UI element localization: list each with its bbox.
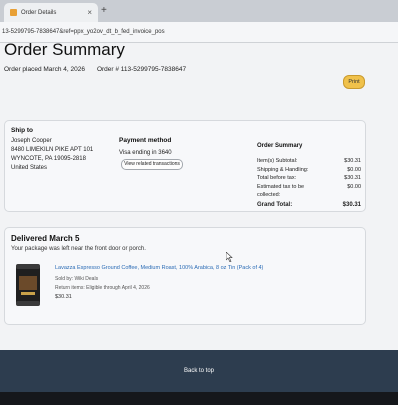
page-title: Order Summary <box>4 40 125 59</box>
summary-label: Total before tax: <box>257 175 297 181</box>
summary-row: Shipping & Handling: $0.00 <box>257 166 361 175</box>
summary-value: $0.00 <box>347 166 361 173</box>
grand-total-label: Grand Total: <box>257 201 293 208</box>
return-eligibility: Return items: Eligible through April 4, … <box>55 285 150 291</box>
delivery-card: Delivered March 5 Your package was left … <box>4 227 366 325</box>
favicon-icon <box>10 9 17 16</box>
address-line: 8480 LIMEKILN PIKE APT 101 <box>11 147 94 153</box>
address-line: WYNCOTE, PA 19095-2818 <box>11 156 86 162</box>
product-image[interactable] <box>13 262 43 308</box>
payment-card: Visa ending in 3640 <box>119 150 172 156</box>
summary-label: Shipping & Handling: <box>257 166 309 173</box>
order-placed-date: Order placed March 4, 2026 <box>4 66 85 73</box>
summary-heading: Order Summary <box>257 143 303 149</box>
order-number: Order # 113-5299795-7838647 <box>96 66 187 73</box>
screen: Order Details × + 13-5299795-7838647&ref… <box>0 0 398 392</box>
summary-row: Item(s) Subtotal: $30.31 <box>257 157 361 166</box>
view-transactions-button[interactable]: View related transactions <box>121 159 183 170</box>
summary-row: Estimated tax to be collected: $0.00 <box>257 183 361 200</box>
new-tab-button[interactable]: + <box>101 5 107 16</box>
delivery-note: Your package was left near the front doo… <box>11 246 146 252</box>
summary-value: $30.31 <box>344 175 361 181</box>
product-price: $30.31 <box>55 294 72 300</box>
back-to-top-label: Back to top <box>183 368 215 374</box>
close-tab-icon[interactable]: × <box>87 8 92 17</box>
url-text: 13-5299795-7838647&ref=ppx_yo2ov_dt_b_fe… <box>2 29 165 35</box>
page-content <box>0 43 398 392</box>
tab-title: Order Details <box>21 9 57 16</box>
delivery-status: Delivered March 5 <box>11 234 80 243</box>
summary-value: $0.00 <box>347 183 361 190</box>
summary-label: Item(s) Subtotal: <box>257 158 298 164</box>
payment-heading: Payment method <box>119 137 172 144</box>
summary-row: Total before tax: $30.31 <box>257 174 361 183</box>
back-to-top-bar[interactable]: Back to top <box>0 350 398 392</box>
address-line: Joseph Cooper <box>11 138 52 144</box>
summary-value: $30.31 <box>344 158 361 164</box>
ship-to-address: Joseph Cooper 8480 LIMEKILN PIKE APT 101… <box>11 137 93 173</box>
mouse-cursor-icon <box>226 252 233 262</box>
browser-tab[interactable]: Order Details × <box>4 3 98 22</box>
sold-by: Sold by: Wiki Deals <box>55 276 99 282</box>
address-line: United States <box>11 165 48 171</box>
grand-total-row: Grand Total: $30.31 <box>257 201 361 210</box>
browser-tab-bar: Order Details × + <box>0 0 398 22</box>
summary-rows: Item(s) Subtotal: $30.31 Shipping & Hand… <box>257 157 361 209</box>
summary-label: Estimated tax to be collected: <box>257 183 305 199</box>
product-title-link[interactable]: Lavazza Espresso Ground Coffee, Medium R… <box>55 265 263 271</box>
order-details-card: Ship to Joseph Cooper 8480 LIMEKILN PIKE… <box>4 120 366 212</box>
monitor-bezel <box>0 392 398 405</box>
order-meta: Order placed March 4, 2026 Order # 113-52… <box>4 66 186 73</box>
ship-to-heading: Ship to <box>11 127 34 134</box>
print-button[interactable]: Print <box>343 75 365 89</box>
grand-total-value: $30.31 <box>342 201 361 208</box>
